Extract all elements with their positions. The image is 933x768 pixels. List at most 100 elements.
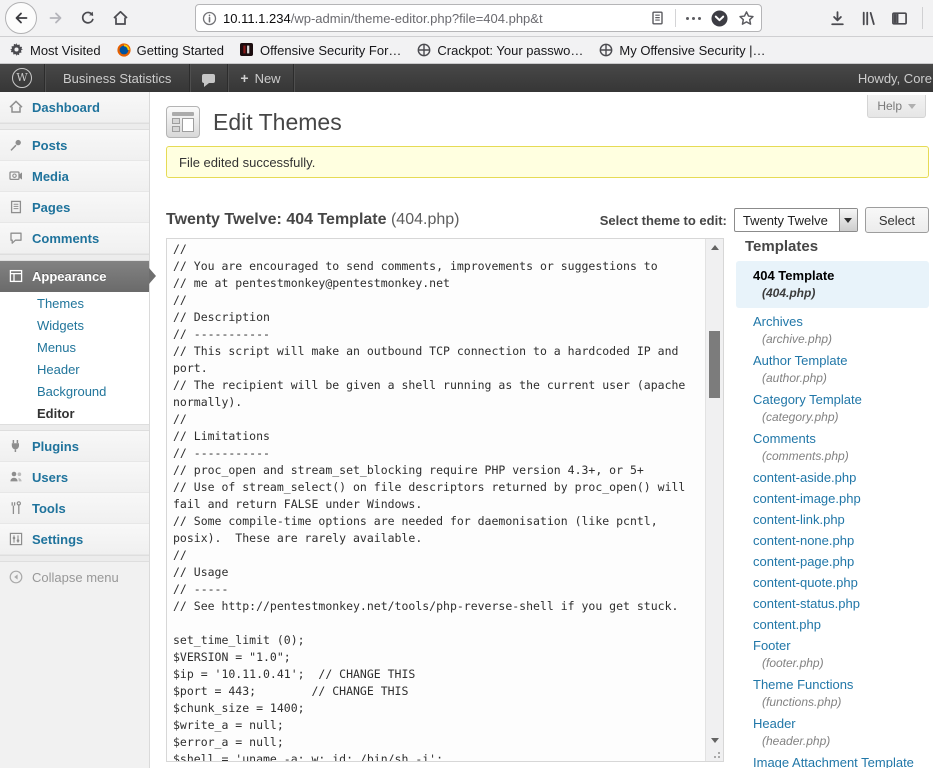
back-button[interactable]: [5, 2, 37, 34]
bookmark-label: Crackpot: Your passwo…: [437, 43, 583, 58]
template-link-404-template[interactable]: 404 Template (404.php): [736, 261, 929, 308]
template-link-content-aside-php[interactable]: content-aside.php: [736, 470, 933, 485]
template-link-header[interactable]: Header (header.php): [736, 716, 933, 749]
resize-grip[interactable]: [706, 748, 723, 761]
sidebar-item-header[interactable]: Header: [0, 358, 149, 380]
back-arrow-icon: [13, 10, 29, 26]
template-link-content-page-php[interactable]: content-page.php: [736, 554, 933, 569]
bookmark-most-visited[interactable]: Most Visited: [10, 43, 101, 58]
page-title: Edit Themes: [213, 109, 342, 136]
template-link-content-none-php[interactable]: content-none.php: [736, 533, 933, 548]
dropdown-arrow-icon[interactable]: [839, 209, 857, 231]
bookmark-label: Offensive Security For…: [260, 43, 401, 58]
sidebar-item-background[interactable]: Background: [0, 380, 149, 402]
collapse-arrow-icon: [9, 570, 24, 584]
wordpress-logo-icon: W: [12, 68, 32, 88]
editor-scrollbar[interactable]: [705, 239, 723, 761]
template-link-content-php[interactable]: content.php: [736, 617, 933, 632]
help-button[interactable]: Help: [867, 95, 926, 118]
bookmark-label: My Offensive Security |…: [619, 43, 765, 58]
wp-logo-menu[interactable]: W: [0, 64, 45, 92]
address-bar[interactable]: 10.11.1.234/wp-admin/theme-editor.php?fi…: [195, 4, 762, 32]
sidebar-separator: [0, 254, 149, 261]
theme-select-dropdown[interactable]: Twenty Twelve: [734, 208, 858, 232]
url-text: 10.11.1.234/wp-admin/theme-editor.php?fi…: [223, 11, 650, 26]
library-icon[interactable]: [860, 10, 877, 27]
sidebar-item-collapse-menu[interactable]: Collapse menu: [0, 562, 149, 592]
plus-icon: +: [240, 70, 248, 86]
template-link-content-link-php[interactable]: content-link.php: [736, 512, 933, 527]
divider: [675, 9, 676, 27]
download-icon[interactable]: [829, 10, 846, 27]
firefox-icon: [117, 43, 131, 57]
sidebar-item-comments[interactable]: Comments: [0, 223, 149, 254]
sidebar-toggle-icon[interactable]: [891, 10, 908, 27]
pushpin-icon: [9, 138, 24, 152]
template-link-comments[interactable]: Comments (comments.php): [736, 431, 933, 464]
template-link-content-image-php[interactable]: content-image.php: [736, 491, 933, 506]
home-button[interactable]: [107, 5, 133, 31]
sidebar-item-media[interactable]: Media: [0, 161, 149, 192]
url-path: /wp-admin/theme-editor.php?file=404.php&…: [291, 11, 543, 26]
template-link-category-template[interactable]: Category Template (category.php): [736, 392, 933, 425]
pocket-icon[interactable]: [711, 10, 728, 27]
template-link-content-status-php[interactable]: content-status.php: [736, 596, 933, 611]
sliders-icon: [9, 532, 24, 546]
page-actions-icon[interactable]: [686, 17, 701, 20]
bookmark-label: Getting Started: [137, 43, 224, 58]
sidebar-item-menus[interactable]: Menus: [0, 336, 149, 358]
code-textarea[interactable]: // // You are encouraged to send comment…: [167, 239, 705, 761]
comments-shortcut[interactable]: [190, 64, 228, 92]
sidebar-separator: [0, 123, 149, 130]
sidebar-item-posts[interactable]: Posts: [0, 130, 149, 161]
offsec-icon: [240, 43, 254, 57]
bookmark-offensive-security-for[interactable]: Offensive Security For…: [240, 43, 401, 58]
template-link-theme-functions[interactable]: Theme Functions (functions.php): [736, 677, 933, 710]
sidebar-item-editor[interactable]: Editor: [0, 402, 149, 424]
template-link-footer[interactable]: Footer (footer.php): [736, 638, 933, 671]
globe-icon: [417, 43, 431, 57]
sidebar-item-pages[interactable]: Pages: [0, 192, 149, 223]
sidebar-item-users[interactable]: Users: [0, 462, 149, 493]
scrollbar-thumb[interactable]: [709, 331, 720, 398]
users-icon: [9, 470, 24, 484]
plug-icon: [9, 439, 24, 453]
template-link-content-quote-php[interactable]: content-quote.php: [736, 575, 933, 590]
template-link-image-attachment-template[interactable]: Image Attachment Template (image.php): [736, 755, 933, 768]
howdy-account-menu[interactable]: Howdy, Core: [858, 64, 933, 92]
template-link-archives[interactable]: Archives (archive.php): [736, 314, 933, 347]
sidebar-item-plugins[interactable]: Plugins: [0, 431, 149, 462]
sidebar-item-settings[interactable]: Settings: [0, 524, 149, 555]
bookmark-star-icon[interactable]: [738, 10, 755, 27]
site-name-link[interactable]: Business Statistics: [45, 64, 190, 92]
bookmark-my-offensive-security[interactable]: My Offensive Security |…: [599, 43, 765, 58]
bookmark-crackpot-your-passwo[interactable]: Crackpot: Your passwo…: [417, 43, 583, 58]
templates-heading: Templates: [736, 238, 933, 255]
select-theme-label: Select theme to edit:: [600, 213, 727, 228]
camera-icon: [9, 169, 24, 183]
forward-arrow-icon: [48, 10, 64, 26]
bookmark-getting-started[interactable]: Getting Started: [117, 43, 224, 58]
template-link-author-template[interactable]: Author Template (author.php): [736, 353, 933, 386]
scroll-down-arrow[interactable]: [706, 732, 723, 748]
scroll-up-arrow[interactable]: [706, 239, 723, 255]
site-info-icon[interactable]: [202, 11, 217, 26]
sidebar-item-tools[interactable]: Tools: [0, 493, 149, 524]
new-content-menu[interactable]: + New: [228, 64, 293, 92]
tools-icon: [9, 501, 24, 515]
wp-admin-bar: W Business Statistics + New Howdy, Core: [0, 64, 933, 92]
sidebar-item-dashboard[interactable]: Dashboard: [0, 92, 149, 123]
divider: [922, 7, 923, 29]
reader-mode-icon[interactable]: [650, 10, 665, 26]
reload-button[interactable]: [75, 5, 101, 31]
select-theme-button[interactable]: Select: [865, 207, 929, 233]
sidebar-item-themes[interactable]: Themes: [0, 292, 149, 314]
theme-code-editor[interactable]: // // You are encouraged to send comment…: [166, 238, 724, 762]
sidebar-item-widgets[interactable]: Widgets: [0, 314, 149, 336]
chevron-down-icon: [908, 104, 916, 109]
main-content: Help Edit Themes File edited successfull…: [150, 92, 933, 768]
scrollbar-track[interactable]: [706, 255, 723, 732]
forward-button[interactable]: [43, 5, 69, 31]
sidebar-item-appearance[interactable]: Appearance: [0, 261, 149, 292]
reload-icon: [80, 10, 96, 26]
